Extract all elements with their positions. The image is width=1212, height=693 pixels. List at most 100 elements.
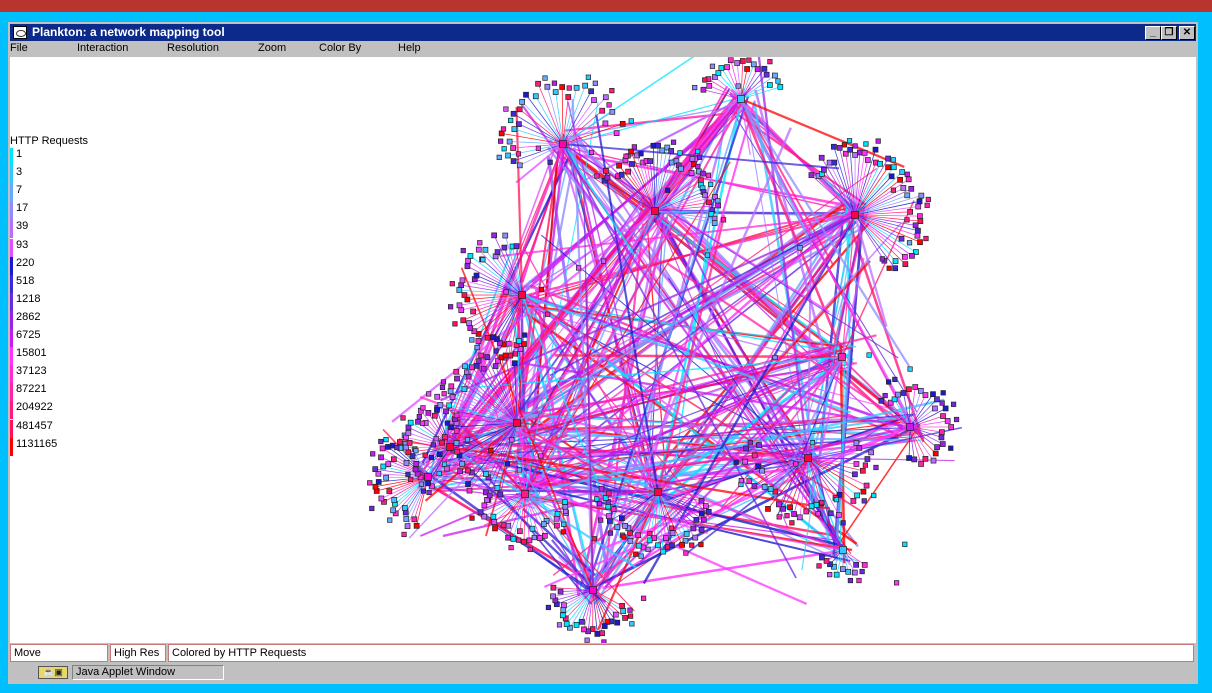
menu-resolution[interactable]: Resolution bbox=[167, 42, 219, 54]
network-node[interactable] bbox=[482, 246, 489, 253]
network-node[interactable] bbox=[369, 505, 375, 512]
network-node[interactable] bbox=[831, 159, 838, 166]
network-node[interactable] bbox=[481, 502, 488, 509]
network-node[interactable] bbox=[851, 569, 858, 576]
network-node[interactable] bbox=[863, 482, 870, 489]
menu-file[interactable]: File bbox=[10, 42, 28, 54]
network-node[interactable] bbox=[401, 505, 408, 511]
network-node[interactable] bbox=[724, 64, 730, 70]
network-node[interactable] bbox=[457, 468, 463, 475]
network-node[interactable] bbox=[738, 477, 744, 484]
network-node[interactable] bbox=[733, 459, 739, 465]
network-node[interactable] bbox=[705, 172, 711, 178]
network-node[interactable] bbox=[385, 444, 391, 450]
network-node[interactable] bbox=[443, 465, 450, 472]
network-node[interactable] bbox=[375, 479, 382, 485]
network-node[interactable] bbox=[846, 138, 853, 144]
network-node[interactable] bbox=[772, 72, 778, 79]
network-node[interactable] bbox=[818, 154, 825, 161]
network-node[interactable] bbox=[668, 525, 674, 531]
network-node[interactable] bbox=[441, 391, 447, 397]
network-node[interactable] bbox=[448, 383, 455, 390]
network-node[interactable] bbox=[787, 504, 793, 511]
network-node[interactable] bbox=[899, 169, 906, 175]
network-node[interactable] bbox=[872, 146, 879, 153]
network-node[interactable] bbox=[886, 379, 892, 385]
network-node[interactable] bbox=[475, 246, 482, 253]
network-node[interactable] bbox=[859, 467, 866, 474]
network-node[interactable] bbox=[706, 199, 712, 206]
network-node[interactable] bbox=[767, 82, 773, 88]
network-node[interactable] bbox=[418, 481, 425, 487]
network-node[interactable] bbox=[868, 449, 875, 456]
network-node[interactable] bbox=[498, 138, 504, 144]
network-node[interactable] bbox=[594, 173, 600, 179]
network-node[interactable] bbox=[460, 317, 467, 324]
network-node[interactable] bbox=[904, 171, 910, 177]
network-node[interactable] bbox=[510, 158, 517, 164]
network-node[interactable] bbox=[852, 143, 858, 149]
network-node[interactable] bbox=[765, 506, 771, 512]
network-node[interactable] bbox=[502, 232, 509, 239]
network-node[interactable] bbox=[594, 631, 601, 637]
network-node[interactable] bbox=[703, 503, 709, 509]
network-node[interactable] bbox=[898, 235, 905, 242]
network-node[interactable] bbox=[907, 208, 913, 215]
network-node[interactable] bbox=[509, 437, 515, 443]
network-node[interactable] bbox=[892, 376, 898, 383]
network-node[interactable] bbox=[827, 572, 833, 578]
network-node[interactable] bbox=[529, 525, 536, 532]
network-node[interactable] bbox=[917, 218, 924, 224]
network-node[interactable] bbox=[419, 420, 426, 426]
network-node[interactable] bbox=[720, 217, 727, 223]
network-node[interactable] bbox=[700, 86, 707, 93]
network-node[interactable] bbox=[477, 509, 484, 516]
network-node[interactable] bbox=[501, 244, 508, 251]
network-node[interactable] bbox=[645, 546, 651, 552]
network-node[interactable] bbox=[775, 78, 781, 84]
network-node[interactable] bbox=[444, 420, 451, 426]
network-node[interactable] bbox=[467, 325, 474, 331]
network-node[interactable] bbox=[668, 148, 675, 154]
network-node[interactable] bbox=[614, 524, 621, 531]
network-node[interactable] bbox=[461, 292, 468, 298]
network-node[interactable] bbox=[695, 163, 701, 170]
network-node[interactable] bbox=[702, 77, 708, 83]
network-node[interactable] bbox=[700, 170, 706, 177]
network-node[interactable] bbox=[912, 222, 919, 229]
network-node[interactable] bbox=[750, 61, 757, 68]
network-node[interactable] bbox=[442, 434, 448, 440]
network-node[interactable] bbox=[511, 360, 518, 367]
network-node[interactable] bbox=[934, 396, 940, 403]
network-node[interactable] bbox=[387, 517, 393, 523]
network-node[interactable] bbox=[900, 390, 907, 396]
network-node[interactable] bbox=[891, 396, 898, 403]
network-node[interactable] bbox=[871, 492, 877, 499]
network-node[interactable] bbox=[491, 232, 498, 239]
network-node[interactable] bbox=[507, 352, 514, 359]
network-node[interactable] bbox=[833, 571, 840, 578]
network-node[interactable] bbox=[847, 577, 853, 584]
network-node[interactable] bbox=[462, 363, 468, 370]
network-node[interactable] bbox=[930, 391, 936, 398]
network-node[interactable] bbox=[433, 436, 439, 442]
network-node[interactable] bbox=[660, 548, 666, 555]
network-node[interactable] bbox=[605, 513, 612, 519]
network-node[interactable] bbox=[405, 429, 412, 436]
network-node[interactable] bbox=[897, 176, 903, 183]
hub-node[interactable] bbox=[518, 291, 526, 299]
network-node[interactable] bbox=[464, 369, 470, 375]
network-node[interactable] bbox=[925, 196, 931, 203]
network-node[interactable] bbox=[909, 252, 915, 259]
network-node[interactable] bbox=[484, 334, 491, 341]
hub-node[interactable] bbox=[651, 207, 659, 215]
hub-node[interactable] bbox=[424, 473, 432, 481]
network-node[interactable] bbox=[918, 192, 925, 199]
network-node[interactable] bbox=[767, 59, 773, 65]
network-node[interactable] bbox=[491, 519, 498, 525]
network-node[interactable] bbox=[853, 561, 860, 568]
network-node[interactable] bbox=[892, 258, 899, 264]
network-node[interactable] bbox=[629, 621, 635, 627]
network-node[interactable] bbox=[494, 485, 501, 491]
network-node[interactable] bbox=[512, 351, 519, 357]
